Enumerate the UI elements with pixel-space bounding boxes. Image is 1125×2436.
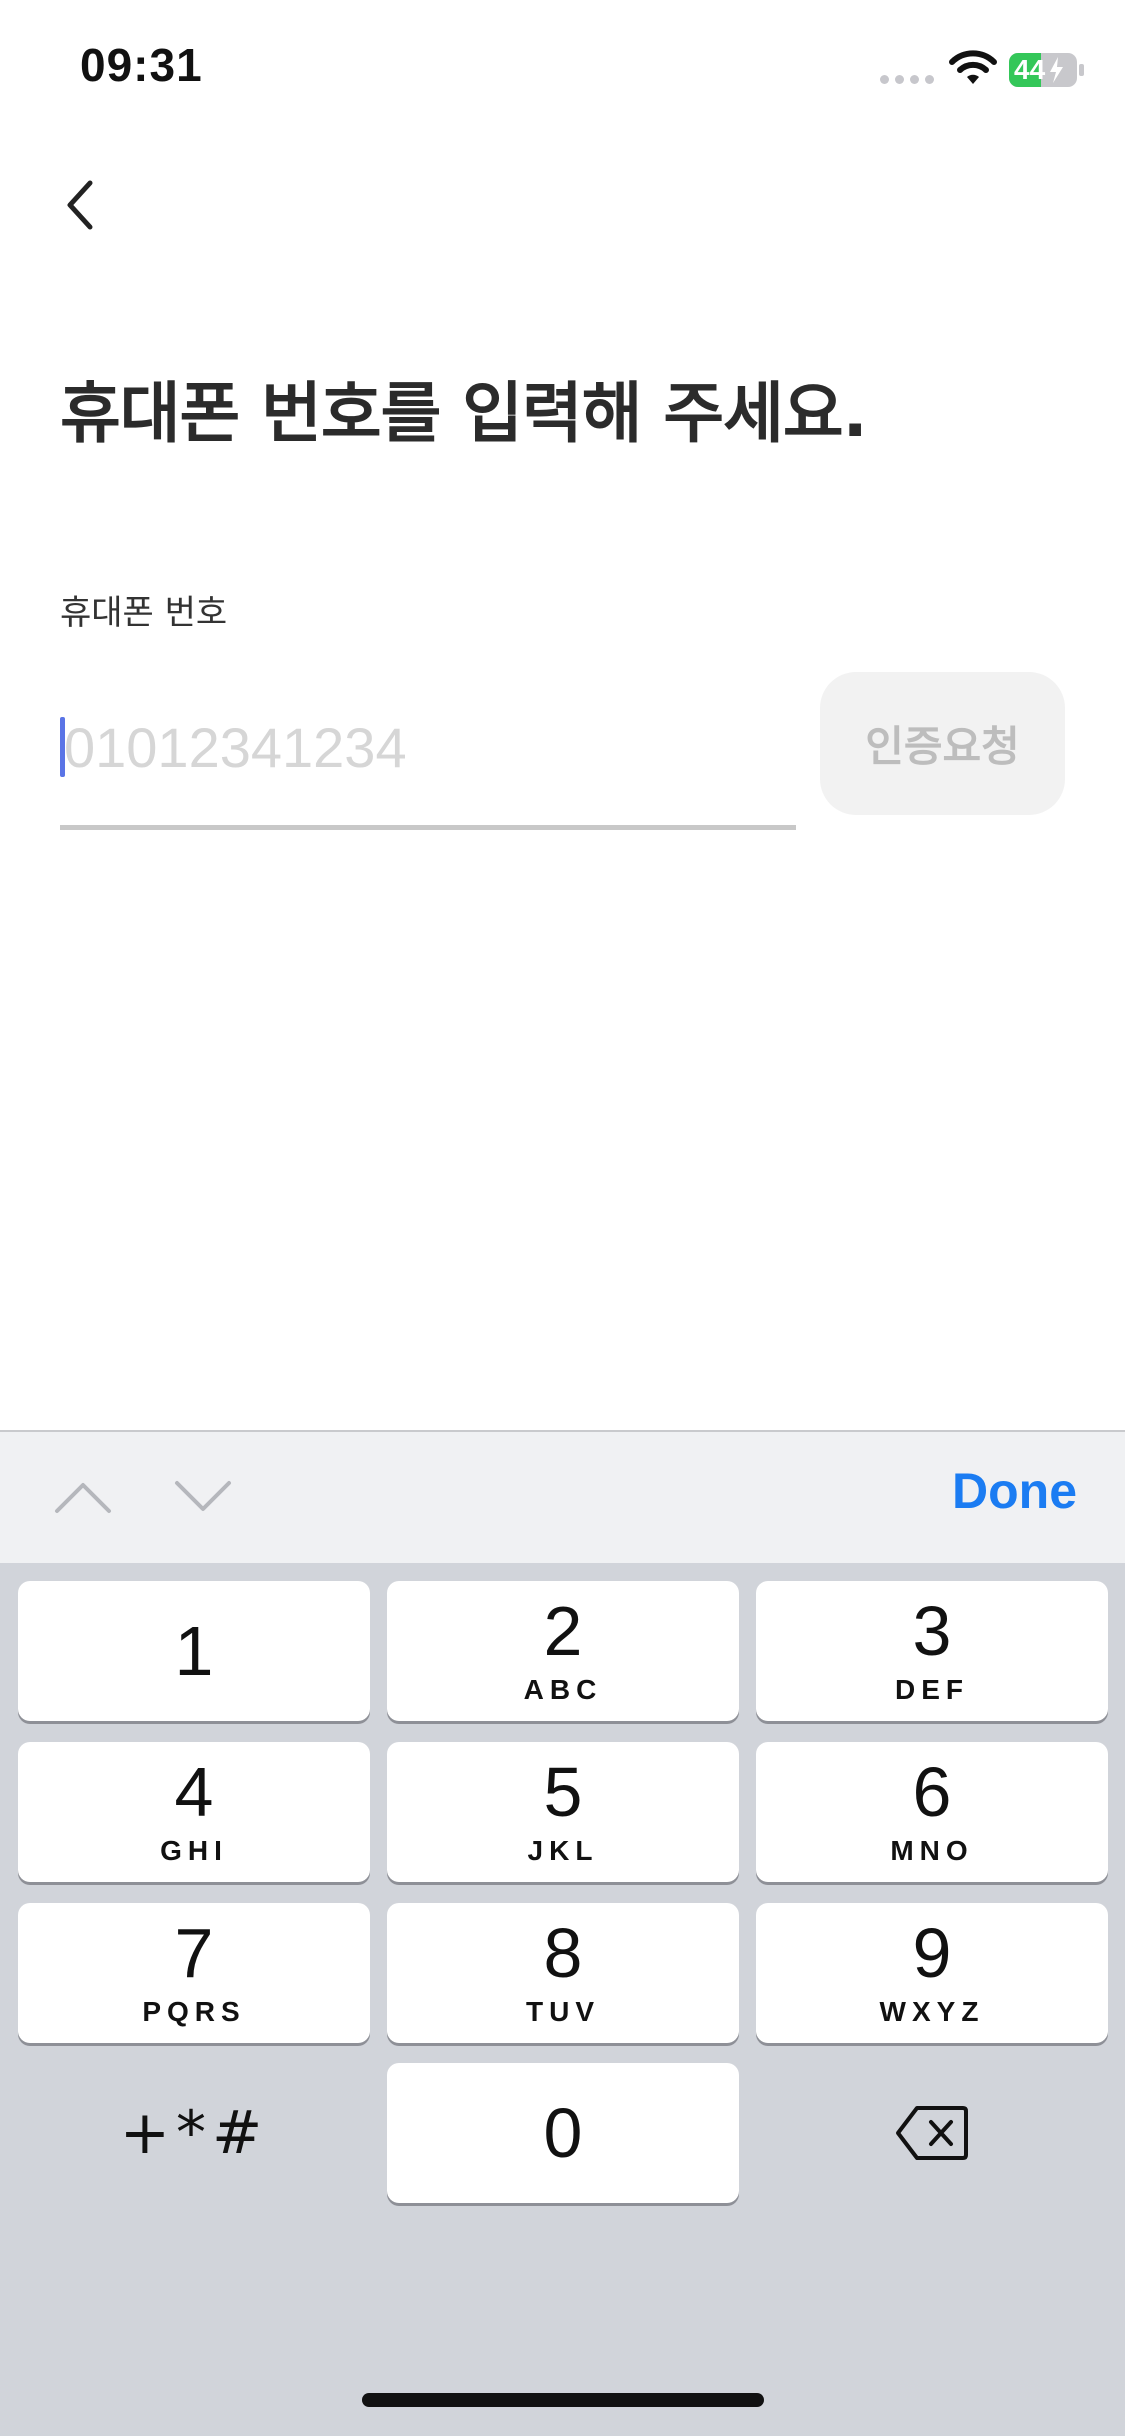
keyboard-accessory-bar: Done <box>0 1430 1125 1563</box>
key-number: 7 <box>174 1914 214 1992</box>
key-number: 3 <box>912 1592 952 1670</box>
back-button[interactable] <box>50 175 110 235</box>
key-number: 1 <box>174 1612 214 1690</box>
key-number: 5 <box>543 1753 583 1831</box>
key-3[interactable]: 3 DEF <box>756 1581 1108 1721</box>
key-letters: PQRS <box>142 1996 246 2027</box>
key-1[interactable]: 1 <box>18 1581 370 1721</box>
key-9[interactable]: 9 WXYZ <box>756 1903 1108 2043</box>
battery-charging-icon: 44 <box>1008 52 1086 88</box>
key-4[interactable]: 4 GHI <box>18 1742 370 1882</box>
symbols-label: +*# <box>119 2098 269 2168</box>
key-8[interactable]: 8 TUV <box>387 1903 739 2043</box>
chevron-up-icon <box>55 1483 111 1513</box>
key-2[interactable]: 2 ABC <box>387 1581 739 1721</box>
key-letters: WXYZ <box>879 1996 985 2027</box>
key-number: 0 <box>543 2094 583 2172</box>
phone-number-input[interactable] <box>60 692 796 802</box>
battery-level: 44 <box>1014 54 1046 85</box>
key-letters: DEF <box>895 1674 969 1705</box>
key-5[interactable]: 5 JKL <box>387 1742 739 1882</box>
home-indicator <box>362 2393 764 2407</box>
key-letters: GHI <box>160 1835 228 1866</box>
status-time: 09:31 <box>80 39 203 91</box>
key-letters: TUV <box>526 1996 600 2027</box>
key-6[interactable]: 6 MNO <box>756 1742 1108 1882</box>
key-0[interactable]: 0 <box>387 2063 739 2203</box>
signal-dots-icon <box>880 72 936 86</box>
chevron-down-icon <box>175 1481 231 1511</box>
key-symbols[interactable]: +*# <box>18 2063 370 2203</box>
key-number: 9 <box>912 1914 952 1992</box>
key-letters: JKL <box>527 1835 599 1866</box>
page-title: 휴대폰 번호를 입력해 주세요. <box>60 375 868 452</box>
numeric-keypad: 1 2 ABC 3 DEF 4 GHI 5 JKL 6 MNO 7 PQRS 8… <box>0 1563 1125 2436</box>
next-field-button[interactable] <box>168 1467 238 1527</box>
done-button[interactable]: Done <box>952 1462 1077 1520</box>
previous-field-button[interactable] <box>48 1467 118 1527</box>
status-bar: 09:31 44 <box>0 0 1125 140</box>
key-letters: ABC <box>523 1674 603 1705</box>
phone-field-label: 휴대폰 번호 <box>60 593 228 633</box>
key-number: 2 <box>543 1592 583 1670</box>
key-number: 8 <box>543 1914 583 1992</box>
chevron-left-icon <box>67 180 93 230</box>
backspace-icon <box>896 2106 968 2160</box>
key-number: 4 <box>174 1753 214 1831</box>
phone-field-container <box>60 680 796 830</box>
request-verification-button[interactable]: 인증요청 <box>820 672 1065 815</box>
key-letters: MNO <box>890 1835 974 1866</box>
key-number: 6 <box>912 1753 952 1831</box>
key-7[interactable]: 7 PQRS <box>18 1903 370 2043</box>
delete-key[interactable] <box>756 2063 1108 2203</box>
wifi-icon <box>949 50 997 84</box>
